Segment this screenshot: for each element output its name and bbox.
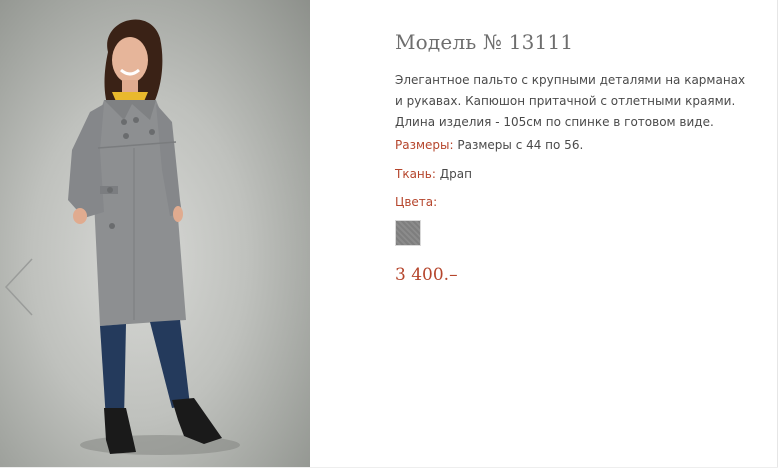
fabric-value: Драп [439,167,472,181]
fabric-label: Ткань: [395,167,436,181]
chevron-left-icon [4,258,33,316]
product-description: Элегантное пальто с крупными деталями на… [395,73,746,129]
gallery-prev-button[interactable] [2,255,36,319]
product-photo [0,0,310,467]
fabric-row: Ткань: Драп [395,165,755,183]
colors-label: Цвета: [395,195,438,209]
color-swatch-grey[interactable] [395,220,421,246]
model-figure [68,19,240,455]
product-title: Модель № 13111 [395,30,574,54]
product-info: Модель № 13111 Элегантное пальто с крупн… [395,30,755,285]
product-card: Модель № 13111 Элегантное пальто с крупн… [0,0,778,475]
sizes-value: Размеры с 44 по 56. [457,138,584,152]
sizes-label: Размеры: [395,138,454,152]
product-price: 3 400.– [395,265,458,285]
sizes-row: Размеры: Размеры с 44 по 56. [395,136,755,154]
